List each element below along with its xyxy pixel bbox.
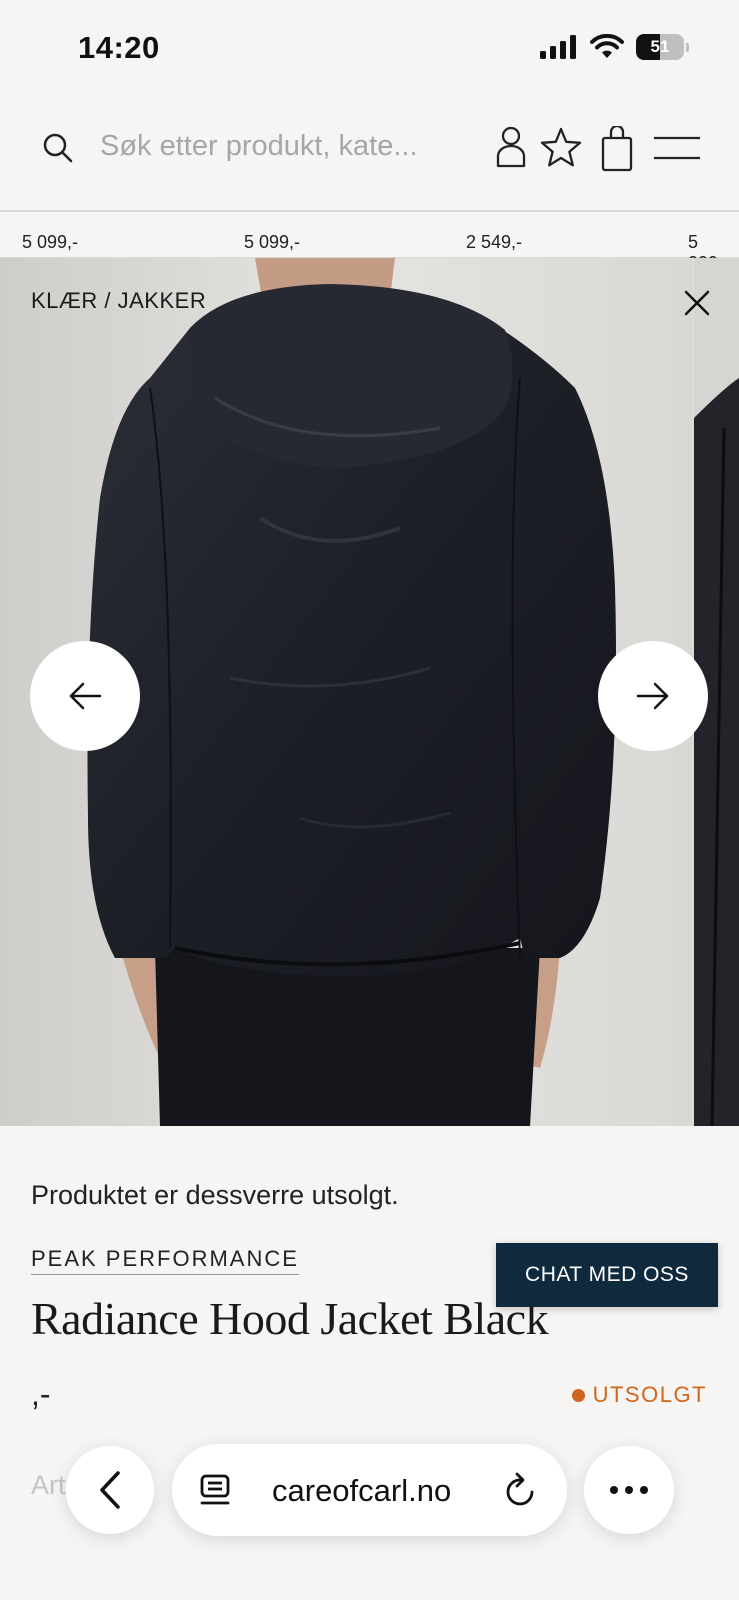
wifi-icon <box>590 34 624 58</box>
search-input[interactable] <box>100 124 450 168</box>
breadcrumb[interactable]: KLÆR / JAKKER <box>31 288 206 314</box>
product-image-gallery[interactable]: KLÆR / JAKKER <box>0 258 739 1126</box>
stock-status: UTSOLGT <box>571 1382 707 1408</box>
address-bar[interactable]: careofcarl.no <box>172 1444 567 1536</box>
previous-image-button[interactable] <box>30 641 140 751</box>
back-chevron-icon <box>100 1471 120 1509</box>
favorites-star-icon[interactable] <box>540 126 582 168</box>
brand-link[interactable]: PEAK PERFORMANCE <box>31 1246 299 1275</box>
product-title: Radiance Hood Jacket Black <box>31 1293 549 1344</box>
status-time: 14:20 <box>78 30 160 65</box>
status-icons: 51 <box>540 34 689 60</box>
close-icon[interactable] <box>680 286 714 320</box>
url-text: careofcarl.no <box>272 1473 452 1508</box>
status-bar: 14:20 51 <box>0 0 739 96</box>
browser-more-button[interactable] <box>584 1446 674 1534</box>
shopping-bag-icon[interactable] <box>601 126 633 172</box>
arrow-right-icon <box>636 682 669 710</box>
search-icon[interactable] <box>42 132 74 164</box>
stock-status-label: UTSOLGT <box>592 1382 707 1407</box>
battery-icon: 51 <box>636 34 684 60</box>
reload-icon[interactable] <box>504 1472 538 1508</box>
carousel-price: 2 549,- <box>466 232 523 252</box>
carousel-price: 5 099,- <box>22 232 79 252</box>
more-dots-icon <box>610 1486 648 1494</box>
battery-percent: 51 <box>650 37 670 56</box>
carousel-price-strip: 5 099,- 5 099,- 2 549,- 5 099,- <box>0 212 739 273</box>
cellular-signal-icon <box>540 35 576 59</box>
carousel-price: 5 099,- <box>244 232 301 252</box>
browser-toolbar: careofcarl.no <box>0 1430 739 1600</box>
menu-icon[interactable] <box>654 136 700 160</box>
reader-icon[interactable] <box>200 1474 232 1508</box>
soldout-message: Produktet er dessverre utsolgt. <box>31 1180 399 1210</box>
arrow-left-icon <box>69 682 102 710</box>
stock-status-dot-icon <box>571 1388 585 1402</box>
product-price: ,- <box>31 1376 51 1412</box>
account-icon[interactable] <box>496 126 526 168</box>
browser-back-button[interactable] <box>66 1446 154 1534</box>
chat-button[interactable]: CHAT MED OSS <box>496 1243 718 1307</box>
next-image-button[interactable] <box>598 641 708 751</box>
site-header <box>0 96 739 212</box>
battery-cap <box>686 42 689 52</box>
